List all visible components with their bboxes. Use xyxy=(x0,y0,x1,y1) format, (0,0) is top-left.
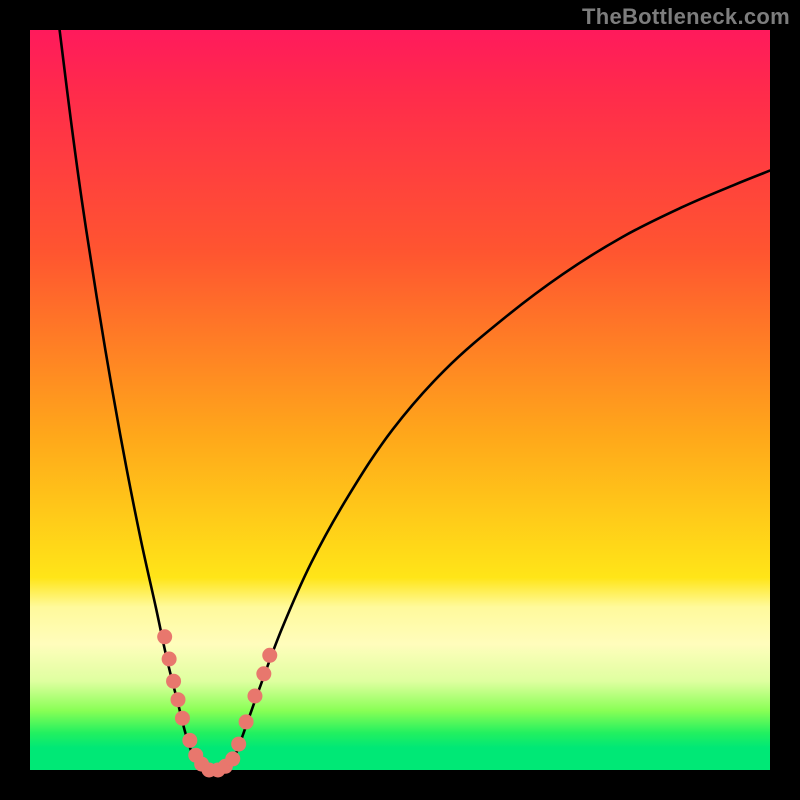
data-point xyxy=(262,648,277,663)
marker-group xyxy=(157,629,277,777)
data-point xyxy=(239,714,254,729)
chart-frame: TheBottleneck.com xyxy=(0,0,800,800)
data-point xyxy=(157,629,172,644)
data-point xyxy=(225,751,240,766)
data-point xyxy=(182,733,197,748)
watermark-text: TheBottleneck.com xyxy=(582,4,790,30)
data-point xyxy=(175,711,190,726)
data-point xyxy=(247,689,262,704)
data-point xyxy=(166,674,181,689)
data-point xyxy=(256,666,271,681)
curve-svg xyxy=(30,30,770,770)
data-point xyxy=(171,692,186,707)
plot-area xyxy=(30,30,770,770)
data-point xyxy=(231,737,246,752)
data-point xyxy=(162,652,177,667)
